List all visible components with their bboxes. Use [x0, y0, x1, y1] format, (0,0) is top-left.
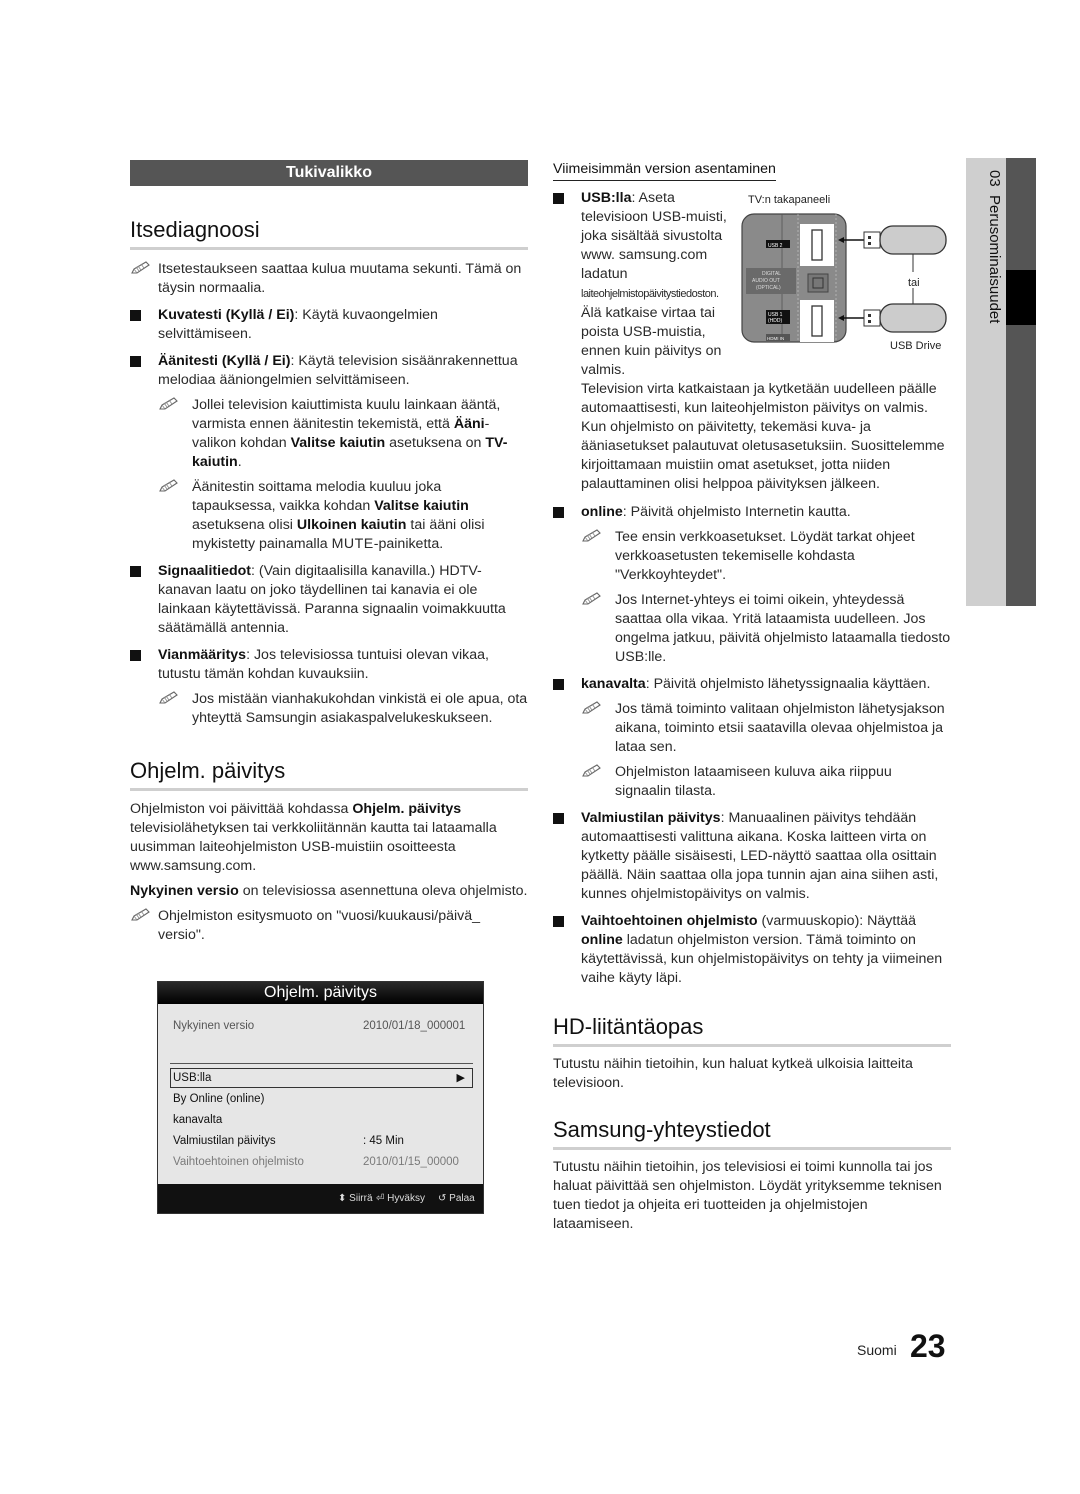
menu-current-version: Nykyinen versio 2010/01/18_000001: [173, 1020, 466, 1032]
note: Ohjelmiston lataamiseen kuluva aika riip…: [553, 763, 951, 801]
or-label: tai: [908, 277, 920, 289]
left-column: Tukivalikko Itsediagnoosi Itsetestauksee…: [130, 160, 528, 945]
enter-icon: ⏎: [376, 1193, 385, 1204]
pencil-note-icon: [582, 529, 601, 542]
bullet-icon: [130, 566, 141, 577]
heading-ohjelm-paivitys: Ohjelm. päivitys: [130, 758, 528, 791]
software-update-menu: Ohjelm. päivitys Nykyinen versio 2010/01…: [157, 981, 484, 1214]
pencil-note-icon: [131, 908, 150, 921]
list-item-alternative-software: Vaihtoehtoinen ohjelmisto (varmuuskopio)…: [553, 912, 951, 988]
heading-samsung-contact: Samsung-yhteystiedot: [553, 1117, 951, 1150]
pencil-note-icon: [131, 261, 150, 274]
bullet-icon: [130, 650, 141, 661]
note: Itsetestaukseen saattaa kulua muutama se…: [130, 260, 528, 298]
page-number: 23: [910, 1328, 946, 1364]
usb-drive-label: USB Drive: [890, 340, 942, 352]
pencil-note-icon: [582, 592, 601, 605]
list-item-online: online: Päivitä ohjelmisto Internetin ka…: [553, 503, 951, 522]
pencil-note-icon: [159, 397, 178, 410]
move-hint: ⬍ Siirrä: [338, 1193, 373, 1204]
svg-text:(OPTICAL): (OPTICAL): [756, 285, 781, 291]
chapter-title: Perusominaisuudet: [986, 195, 1003, 324]
list-item-standby-update: Valmiustilan päivitys: Manuaalinen päivi…: [553, 809, 951, 904]
list-item-vianmaaritys: Vianmääritys: Jos televisiossa tuntuisi …: [130, 646, 528, 684]
paragraph: Television virta katkaistaan ja kytketää…: [581, 381, 945, 492]
note: Ohjelmiston esitysmuoto on "vuosi/kuukau…: [130, 907, 528, 945]
note: Jos Internet-yhteys ei toimi oikein, yht…: [553, 591, 951, 667]
note: Jos mistään vianhakukohdan vinkistä ei o…: [130, 690, 528, 728]
list-item-kuvatesti: Kuvatesti (Kyllä / Ei): Käytä kuvaongelm…: [130, 306, 528, 344]
menu-item-channel[interactable]: kanavalta: [173, 1111, 471, 1129]
tv-back-panel-illustration: USB 2 DIGITAL AUDIO OUT (OPTICAL) USB 1(…: [741, 213, 947, 343]
list-item-signaalitiedot: Signaalitiedot: (Vain digitaalisilla kan…: [130, 562, 528, 638]
ok-hint: ⏎ Hyväksy: [376, 1193, 425, 1204]
note: Jos tämä toiminto valitaan ohjelmiston l…: [553, 700, 951, 757]
footer-language: Suomi: [857, 1342, 897, 1358]
back-hint: ↺ Palaa: [438, 1193, 475, 1204]
list-item-kanavalta: kanavalta: Päivitä ohjelmisto lähetyssig…: [553, 675, 951, 694]
heading-hd-guide: HD-liitäntäopas: [553, 1014, 951, 1047]
note: Tee ensin verkkoasetukset. Löydät tarkat…: [553, 528, 951, 585]
up-down-icon: ⬍: [338, 1193, 347, 1204]
paragraph: Ohjelmiston voi päivittää kohdassa Ohjel…: [130, 801, 497, 874]
pencil-note-icon: [159, 479, 178, 492]
svg-text:HDMI IN: HDMI IN: [767, 336, 784, 341]
paragraph: Tutustu näihin tietoihin, jos televisios…: [553, 1159, 942, 1232]
bullet-icon: [553, 193, 564, 204]
menu-item-standby-update[interactable]: Valmiustilan päivitys: 45 Min: [173, 1132, 471, 1150]
bullet-icon: [553, 679, 564, 690]
menu-item-online[interactable]: By Online (online): [173, 1090, 471, 1108]
note: Äänitestin soittama melodia kuuluu joka …: [130, 478, 528, 554]
svg-text:AUDIO OUT: AUDIO OUT: [752, 278, 780, 284]
heading-itsediagnoosi: Itsediagnoosi: [130, 217, 528, 250]
chapter-number: 03: [986, 170, 1003, 187]
panel-label: TV:n takapaneeli: [748, 194, 831, 206]
svg-text:DIGITAL: DIGITAL: [762, 271, 781, 277]
paragraph: Tutustu näihin tietoihin, kun haluat kyt…: [553, 1056, 913, 1091]
return-icon: ↺: [438, 1193, 447, 1204]
menu-footer: ⬍ Siirrä ⏎ Hyväksy ↺ Palaa: [158, 1184, 483, 1213]
chapter-tab-marker: [1006, 270, 1036, 325]
paragraph: Nykyinen versio on televisiossa asennett…: [130, 883, 528, 899]
bullet-icon: [130, 356, 141, 367]
chapter-tab-bar: [1006, 158, 1036, 606]
svg-text:(HDD): (HDD): [768, 318, 782, 324]
section-banner: Tukivalikko: [130, 160, 528, 186]
menu-item-alternative-software[interactable]: Vaihtoehtoinen ohjelmisto 2010/01/15_0000…: [173, 1153, 471, 1171]
pencil-note-icon: [582, 701, 601, 714]
svg-text:USB 2: USB 2: [768, 243, 783, 249]
bullet-icon: [553, 813, 564, 824]
subheading-latest-version: Viimeisimmän version asentaminen: [553, 160, 776, 181]
list-item-aanitesti: Äänitesti (Kyllä / Ei): Käytä television…: [130, 352, 528, 390]
bullet-icon: [553, 507, 564, 518]
menu-divider: [170, 1063, 473, 1064]
bullet-icon: [553, 916, 564, 927]
pencil-note-icon: [582, 764, 601, 777]
menu-item-usb[interactable]: USB:lla ▶: [173, 1069, 471, 1087]
usb-connection-diagram: TV:n takapaneeli USB 2 DIGITAL AUDIO OUT…: [740, 190, 955, 360]
arrow-right-icon: ▶: [456, 1072, 465, 1084]
list-item-usb: USB:lla: Aseta televisioon USB-muisti, j…: [553, 189, 741, 380]
pencil-note-icon: [159, 691, 178, 704]
chapter-label: 03 Perusominaisuudet: [986, 170, 1003, 323]
note: Jollei television kaiuttimista kuulu lai…: [130, 396, 528, 472]
menu-title: Ohjelm. päivitys: [158, 982, 483, 1004]
bullet-icon: [130, 310, 141, 321]
